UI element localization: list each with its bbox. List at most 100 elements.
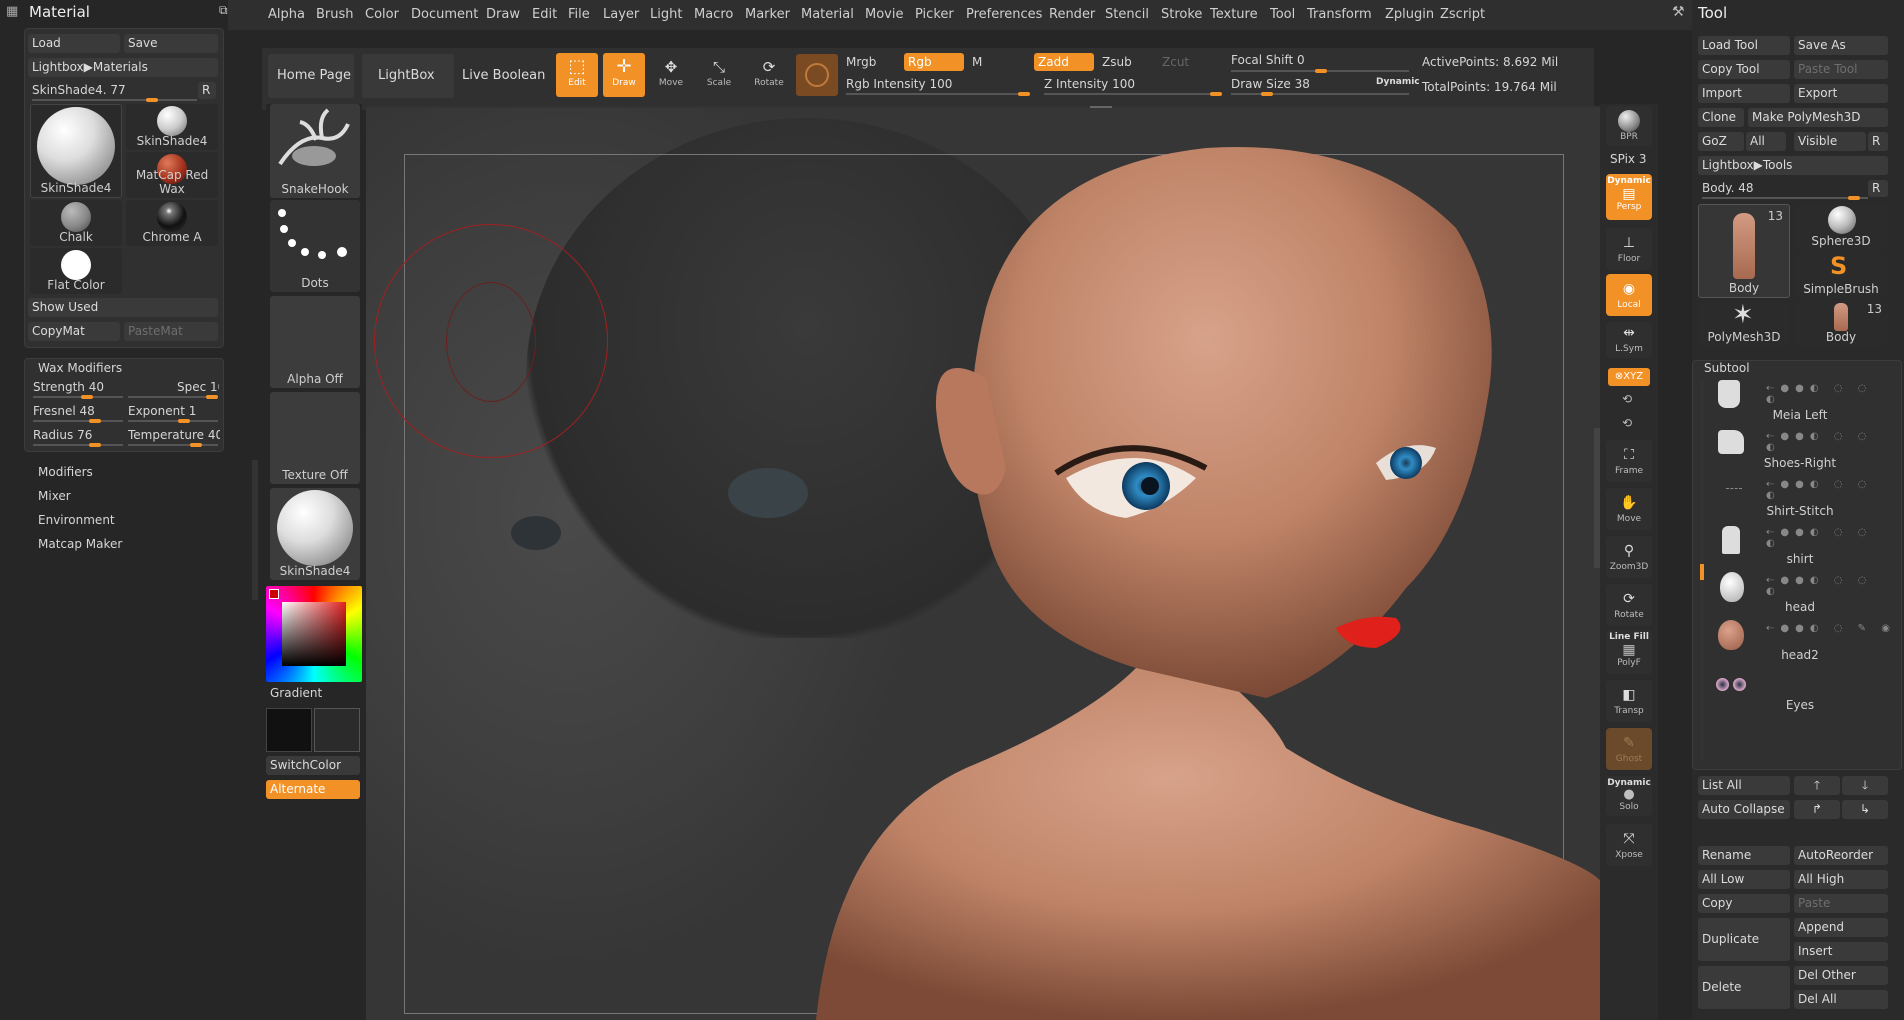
export-button[interactable]: Export: [1794, 84, 1888, 103]
tool-thumb-body-active[interactable]: 13 Body: [1698, 204, 1790, 298]
menu-alpha[interactable]: Alpha: [268, 7, 305, 22]
left-tray-handle[interactable]: [252, 460, 258, 600]
solo-button[interactable]: Dynamic ● Solo: [1606, 776, 1652, 816]
copy-button[interactable]: Copy: [1698, 894, 1790, 913]
all-high-button[interactable]: All High: [1794, 870, 1888, 889]
material-thumb-chrome-a[interactable]: Chrome A: [126, 200, 218, 246]
focal-shift-slider[interactable]: [1231, 69, 1409, 73]
z-intensity-slider[interactable]: [1044, 92, 1222, 96]
material-swatch-button[interactable]: [796, 54, 838, 96]
ghost-button[interactable]: ✎ Ghost: [1606, 728, 1652, 770]
move-button[interactable]: ✥ Move: [650, 53, 692, 97]
paste-button[interactable]: Paste: [1794, 894, 1888, 913]
texture-thumb[interactable]: Texture Off: [270, 392, 360, 484]
menu-macro[interactable]: Macro: [694, 7, 733, 22]
draw-size-slider[interactable]: [1231, 92, 1409, 96]
subtool-controls[interactable]: ⇠●●◐ ◌ ✎ ◉: [1766, 623, 1896, 634]
brush-thumb[interactable]: SnakeHook: [270, 104, 360, 198]
tool-thumb-body[interactable]: 13 Body: [1794, 300, 1888, 346]
menu-movie[interactable]: Movie: [865, 7, 903, 22]
menu-file[interactable]: File: [568, 7, 590, 22]
menu-transform[interactable]: Transform: [1307, 7, 1372, 22]
switchcolor-button[interactable]: SwitchColor: [266, 756, 360, 775]
alternate-button[interactable]: Alternate: [266, 780, 360, 799]
local-button[interactable]: ◉ Local: [1606, 274, 1652, 316]
menu-stencil[interactable]: Stencil: [1105, 7, 1149, 22]
frame-button[interactable]: ⛶ Frame: [1606, 440, 1652, 482]
move-view-button[interactable]: ✋ Move: [1606, 488, 1652, 530]
del-all-button[interactable]: Del All: [1794, 990, 1888, 1009]
rotate-view-button[interactable]: ⟳ Rotate: [1606, 584, 1652, 626]
make-polymesh-button[interactable]: Make PolyMesh3D: [1748, 108, 1888, 127]
lightbox-tools-button[interactable]: Lightbox▶Tools: [1698, 156, 1888, 175]
material-r-button[interactable]: R: [198, 82, 216, 99]
subtool-controls[interactable]: ⇠●●◐ ◌ ◌ ◐: [1766, 383, 1896, 405]
menu-zscript[interactable]: Zscript: [1440, 7, 1485, 22]
import-button[interactable]: Import: [1698, 84, 1790, 103]
material-save-button[interactable]: Save: [124, 34, 218, 53]
subtool-item-eyes[interactable]: Eyes: [1700, 666, 1896, 714]
menu-marker[interactable]: Marker: [745, 7, 790, 22]
all-button[interactable]: All: [1746, 132, 1786, 151]
load-tool-button[interactable]: Load Tool: [1698, 36, 1790, 55]
menu-brush[interactable]: Brush: [316, 7, 354, 22]
subtool-item-shoes-right[interactable]: ⇠●●◐ ◌ ◌ ◐ Shoes-Right: [1700, 426, 1896, 474]
menu-tool[interactable]: Tool: [1270, 7, 1295, 22]
main-color-swatch[interactable]: [266, 708, 312, 752]
mrgb-button[interactable]: Mrgb: [846, 55, 876, 69]
transp-button[interactable]: ◧ Transp: [1606, 680, 1652, 722]
subtool-controls[interactable]: ⇠●●◐ ◌ ◌ ◐: [1766, 527, 1896, 549]
color-picker[interactable]: [266, 586, 362, 682]
xyz-button[interactable]: ⊗XYZ: [1608, 368, 1650, 386]
pastemat-button[interactable]: PasteMat: [124, 322, 218, 341]
color-square[interactable]: [282, 602, 346, 666]
goz-button[interactable]: GoZ: [1698, 132, 1744, 151]
polyf-button[interactable]: Line Fill ▦ PolyF: [1606, 630, 1652, 674]
zcut-button[interactable]: Zcut: [1162, 55, 1189, 69]
subtool-controls[interactable]: ⇠●●◐ ◌ ◌ ◐: [1766, 575, 1896, 597]
show-used-button[interactable]: Show Used: [28, 298, 218, 317]
secondary-color-swatch[interactable]: [314, 708, 360, 752]
edit-button[interactable]: ⬚ Edit: [556, 53, 598, 97]
tool-r-button[interactable]: R: [1868, 132, 1888, 151]
arrow-jump-down-button[interactable]: ↳: [1842, 800, 1888, 819]
menu-picker[interactable]: Picker: [915, 7, 954, 22]
tool-thumb-polymesh3d[interactable]: ✶ PolyMesh3D: [1698, 300, 1790, 346]
radius-slider[interactable]: [33, 443, 123, 447]
alpha-thumb[interactable]: Alpha Off: [270, 296, 360, 388]
subtool-item-meia-left[interactable]: ⇠●●◐ ◌ ◌ ◐ Meia Left: [1700, 378, 1896, 426]
persp-button[interactable]: Dynamic ▤ Persp: [1606, 174, 1652, 220]
xpose-button[interactable]: ⤧ Xpose: [1606, 824, 1652, 866]
del-other-button[interactable]: Del Other: [1794, 966, 1888, 985]
menu-stroke[interactable]: Stroke: [1161, 7, 1202, 22]
fresnel-slider[interactable]: [33, 419, 123, 423]
tool-thumb-simplebrush[interactable]: S SimpleBrush: [1794, 252, 1888, 298]
material-thumb-skinshade-large[interactable]: SkinShade4: [30, 104, 122, 198]
rgb-button[interactable]: Rgb: [904, 53, 964, 71]
visible-button[interactable]: Visible: [1794, 132, 1866, 151]
zoom3d-button[interactable]: ⚲ Zoom3D: [1606, 536, 1652, 578]
menu-edit[interactable]: Edit: [532, 7, 557, 22]
strength-slider[interactable]: [33, 395, 123, 399]
material-load-button[interactable]: Load: [28, 34, 120, 53]
subtool-item-shirt[interactable]: ⇠●●◐ ◌ ◌ ◐ shirt: [1700, 522, 1896, 570]
zsub-button[interactable]: Zsub: [1102, 55, 1132, 69]
subtool-item-shirt-stitch[interactable]: ⇠●●◐ ◌ ◌ ◐ Shirt-Stitch: [1700, 474, 1896, 522]
live-boolean-button[interactable]: Live Boolean: [458, 54, 550, 98]
tool-slider-r-button[interactable]: R: [1868, 180, 1888, 197]
save-as-button[interactable]: Save As: [1794, 36, 1888, 55]
stroke-thumb[interactable]: Dots: [270, 200, 360, 292]
menu-texture[interactable]: Texture: [1210, 7, 1258, 22]
material-thumb[interactable]: SkinShade4: [270, 488, 360, 580]
menu-draw[interactable]: Draw: [486, 7, 520, 22]
rename-button[interactable]: Rename: [1698, 846, 1790, 865]
bpr-button[interactable]: BPR: [1606, 106, 1652, 146]
menu-layer[interactable]: Layer: [603, 7, 639, 22]
subtool-controls[interactable]: ⇠●●◐ ◌ ◌ ◐: [1766, 431, 1896, 453]
dynamic-toggle[interactable]: Dynamic: [1376, 77, 1420, 87]
viewport-canvas[interactable]: [366, 108, 1604, 1020]
gradient-label[interactable]: Gradient: [270, 686, 322, 700]
duplicate-button[interactable]: Duplicate: [1698, 918, 1790, 961]
delete-button[interactable]: Delete: [1698, 966, 1790, 1009]
material-slider[interactable]: [32, 98, 197, 102]
